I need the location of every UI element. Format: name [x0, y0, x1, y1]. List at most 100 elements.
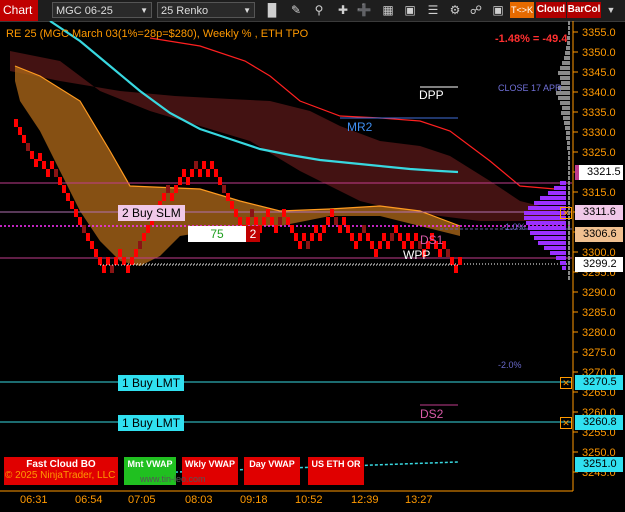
renko-brick	[106, 257, 110, 265]
chart-trader-icon[interactable]: ☍	[468, 2, 484, 18]
renko-brick	[226, 193, 230, 201]
price-tick-label: 3340.0	[582, 87, 616, 99]
renko-brick	[322, 225, 326, 233]
renko-brick	[338, 225, 342, 233]
day-vwap-button[interactable]: Day VWAP	[244, 457, 300, 485]
templates-icon[interactable]: ▣	[402, 2, 418, 18]
volume-profile-bar	[568, 271, 570, 275]
tpo-bar	[534, 201, 566, 205]
properties-icon[interactable]: ☰	[425, 2, 441, 18]
order-count-badge[interactable]: 2	[246, 226, 260, 242]
price-tick-label: 3325.0	[582, 147, 616, 159]
time-tick-label: 13:27	[405, 494, 433, 506]
order-qty-box[interactable]: 75	[188, 226, 246, 242]
price-chart[interactable]: 3355.0 3350.0 3345.0 3340.0 3335.0 3330.0 3325…	[0, 21, 625, 512]
renko-brick	[30, 151, 34, 159]
renko-brick	[238, 217, 242, 225]
draw-tool-icon[interactable]: ✎	[288, 2, 304, 18]
renko-brick	[362, 225, 366, 233]
renko-brick	[70, 201, 74, 209]
renko-brick	[78, 217, 82, 225]
close-order-icon[interactable]: ✕	[560, 207, 572, 219]
tk-button[interactable]: T<>K	[510, 2, 534, 18]
volume-profile-bar	[561, 111, 570, 115]
volume-profile-bar	[568, 181, 570, 185]
time-tick-label: 09:18	[240, 494, 268, 506]
tpo-bar	[562, 266, 566, 270]
copyright-text: © 2025 NinjaTrader, LLC	[5, 470, 116, 481]
renko-brick	[146, 225, 150, 233]
volume-profile-bar	[562, 106, 570, 110]
buy-lmt-order-1[interactable]: 1 Buy LMT	[118, 375, 185, 391]
price-badge-3260: 3260.8	[575, 415, 623, 430]
volume-profile-bar	[564, 121, 570, 125]
renko-brick	[94, 249, 98, 257]
buy-slm-order[interactable]: 2 Buy SLM	[118, 205, 185, 221]
renko-brick	[438, 249, 442, 257]
renko-brick	[298, 241, 302, 249]
change-readout: -1.48% = -49.4	[495, 33, 568, 45]
renko-brick	[190, 169, 194, 177]
indicators-icon[interactable]: ▦	[380, 2, 396, 18]
renko-brick	[254, 217, 258, 225]
volume-profile-bar	[568, 171, 570, 175]
renko-brick	[142, 233, 146, 241]
renko-brick	[218, 177, 222, 185]
renko-brick	[34, 159, 38, 167]
time-tick-label: 08:03	[185, 494, 213, 506]
renko-brick	[262, 217, 266, 225]
renko-brick	[314, 225, 318, 233]
renko-brick	[246, 217, 250, 225]
chart-title: RE 25 (MGC March 03(1%=28p=$280), Weekly…	[6, 28, 309, 40]
renko-brick	[114, 257, 118, 265]
volume-profile-bar	[568, 231, 570, 235]
renko-brick	[202, 161, 206, 169]
price-tick-label: 3315.0	[582, 187, 616, 199]
cloud-button[interactable]: Cloud	[536, 2, 566, 18]
renko-brick	[134, 249, 138, 257]
volume-profile-bar	[568, 261, 570, 265]
renko-brick	[194, 161, 198, 169]
strategy-icon[interactable]: ⚙	[447, 2, 463, 18]
renko-brick	[26, 143, 30, 151]
chart-toolbar: Chart MGC 06-25 ▼ 25 Renko ▼ █ ✎ ⚲ ✚ ➕ ▦…	[0, 0, 625, 22]
renko-brick	[98, 257, 102, 265]
volume-profile-bar	[560, 66, 570, 70]
volume-profile-bar	[568, 161, 570, 165]
screenshot-icon[interactable]: ▣	[490, 2, 506, 18]
buy-lmt-order-2[interactable]: 1 Buy LMT	[118, 415, 185, 431]
renko-brick	[310, 233, 314, 241]
renko-brick	[206, 169, 210, 177]
volume-profile-bar	[568, 201, 570, 205]
zoom-icon[interactable]: ⚲	[311, 2, 327, 18]
chevron-down-icon: ▼	[243, 6, 251, 15]
us-eth-or-button[interactable]: US ETH OR	[308, 457, 364, 485]
renko-brick	[110, 265, 114, 273]
price-tick-label: 3275.0	[582, 347, 616, 359]
volume-profile-bar	[568, 256, 570, 260]
renko-brick	[386, 241, 390, 249]
close-order-icon[interactable]: ✕	[560, 377, 572, 389]
price-tick-label: 3330.0	[582, 127, 616, 139]
chevron-down-icon[interactable]: ▼	[603, 2, 619, 18]
renko-brick	[454, 265, 458, 273]
renko-brick	[374, 249, 378, 257]
renko-brick	[90, 241, 94, 249]
chart-tab[interactable]: Chart	[0, 0, 38, 21]
watermark-text: www.tin-leo.com	[140, 474, 206, 484]
mr2-label: MR2	[347, 120, 373, 134]
volume-profile-bar	[558, 71, 570, 75]
barcol-button[interactable]: BarCol	[567, 2, 601, 18]
tpo-bar	[556, 256, 566, 260]
volume-profile-bar	[568, 241, 570, 245]
add-icon[interactable]: ➕	[356, 2, 372, 18]
volume-profile-bar	[561, 81, 570, 85]
volume-profile-bar	[566, 131, 570, 135]
renko-brick	[414, 233, 418, 241]
instrument-selector[interactable]: MGC 06-25 ▼	[52, 2, 152, 18]
bar-style-icon[interactable]: █	[264, 2, 280, 18]
volume-profile-bar	[568, 196, 570, 200]
bar-type-selector[interactable]: 25 Renko ▼	[157, 2, 255, 18]
crosshair-icon[interactable]: ✚	[335, 2, 351, 18]
close-order-icon[interactable]: ✕	[560, 417, 572, 429]
